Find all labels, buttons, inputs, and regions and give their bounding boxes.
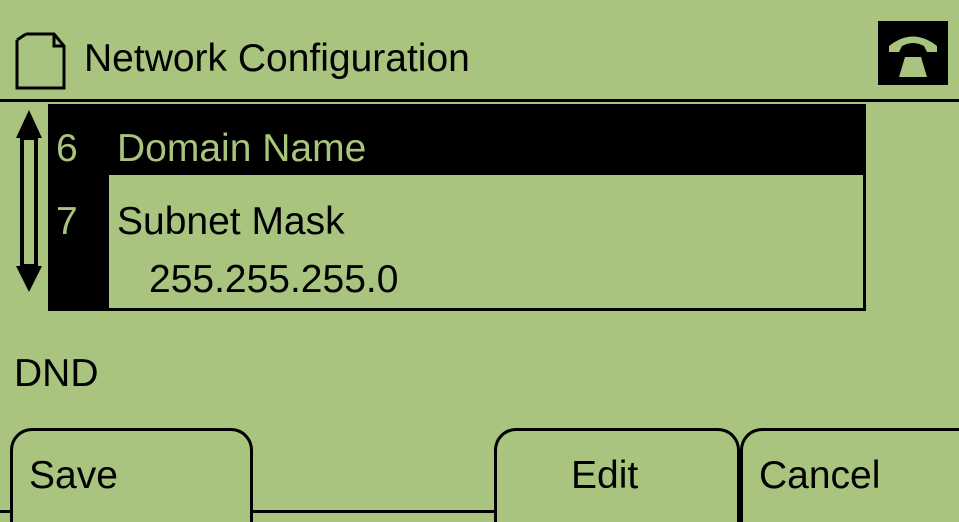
dnd-status: DND [14, 352, 99, 395]
list-item-domain-name[interactable]: 6 Domain Name [51, 107, 863, 175]
subnet-mask-value: 255.255.255.0 [149, 258, 399, 301]
page-title: Network Configuration [84, 37, 470, 80]
phone-handset-icon [878, 21, 948, 85]
settings-list: 6 Domain Name 7 Subnet Mask 255.255.255.… [48, 104, 866, 311]
up-down-scroll-arrow-icon[interactable] [12, 108, 46, 294]
cancel-button[interactable]: Cancel [740, 428, 959, 522]
save-button[interactable]: Save [10, 428, 253, 522]
list-item-number: 7 [56, 200, 78, 243]
save-button-label: Save [29, 454, 118, 497]
list-item-subnet-mask[interactable]: 7 Subnet Mask 255.255.255.0 [51, 175, 863, 308]
document-icon [15, 32, 66, 90]
header-bar: Network Configuration [0, 0, 959, 102]
header-divider [0, 99, 959, 102]
cancel-button-label: Cancel [759, 454, 881, 497]
list-item-label: Domain Name [117, 127, 367, 170]
edit-button-label: Edit [571, 454, 639, 497]
list-item-number: 6 [56, 127, 78, 170]
list-item-label: Subnet Mask [117, 200, 345, 243]
edit-button[interactable]: Edit [494, 428, 740, 522]
